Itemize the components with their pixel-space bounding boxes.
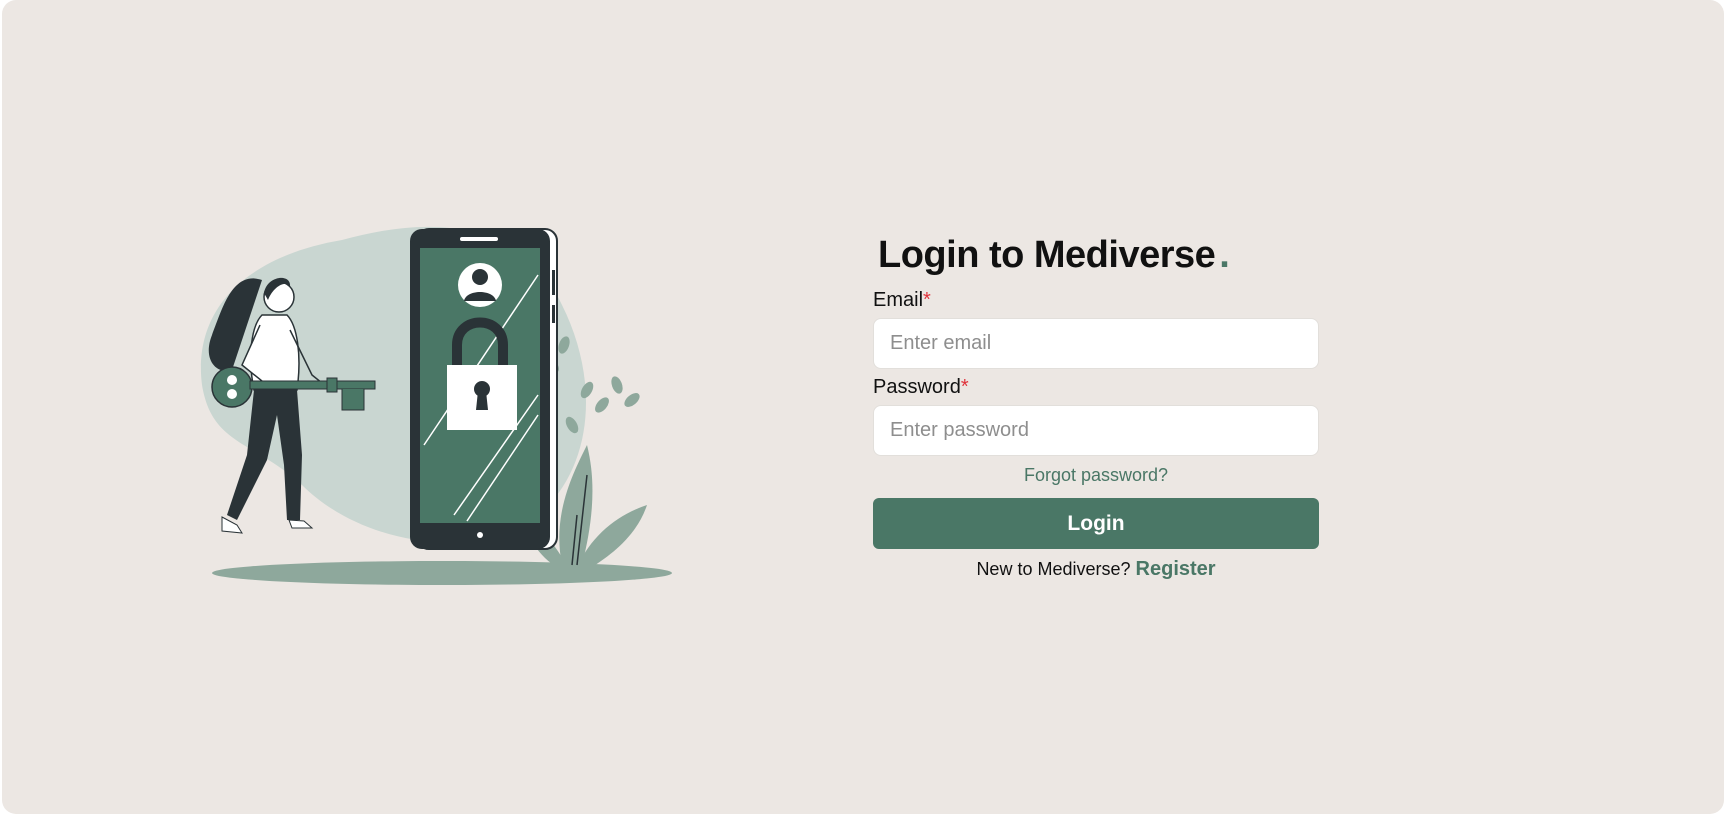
title-dot: . bbox=[1219, 234, 1230, 276]
login-form: Login to Mediverse. Email* Password* For… bbox=[873, 230, 1319, 583]
email-field[interactable] bbox=[873, 318, 1319, 369]
register-prompt: New to Mediverse? bbox=[976, 559, 1131, 579]
page-title: Login to Mediverse. bbox=[878, 230, 1319, 286]
forgot-password-link[interactable]: Forgot password? bbox=[873, 462, 1319, 488]
login-illustration bbox=[192, 215, 682, 595]
email-label: Email* bbox=[873, 286, 1319, 314]
page-background: Login to Mediverse. Email* Password* For… bbox=[2, 0, 1724, 814]
email-label-text: Email bbox=[873, 289, 924, 311]
register-row: New to Mediverse? Register bbox=[873, 555, 1319, 583]
register-link[interactable]: Register bbox=[1136, 558, 1216, 580]
password-field[interactable] bbox=[873, 405, 1319, 456]
email-required-mark: * bbox=[923, 289, 931, 311]
login-button[interactable]: Login bbox=[873, 498, 1319, 549]
password-required-mark: * bbox=[960, 376, 969, 398]
password-label-text: Password bbox=[873, 376, 961, 398]
person-key-phone-icon bbox=[200, 226, 672, 585]
page-title-text: Login to Mediverse bbox=[878, 234, 1216, 276]
password-label: Password* bbox=[873, 373, 1319, 401]
